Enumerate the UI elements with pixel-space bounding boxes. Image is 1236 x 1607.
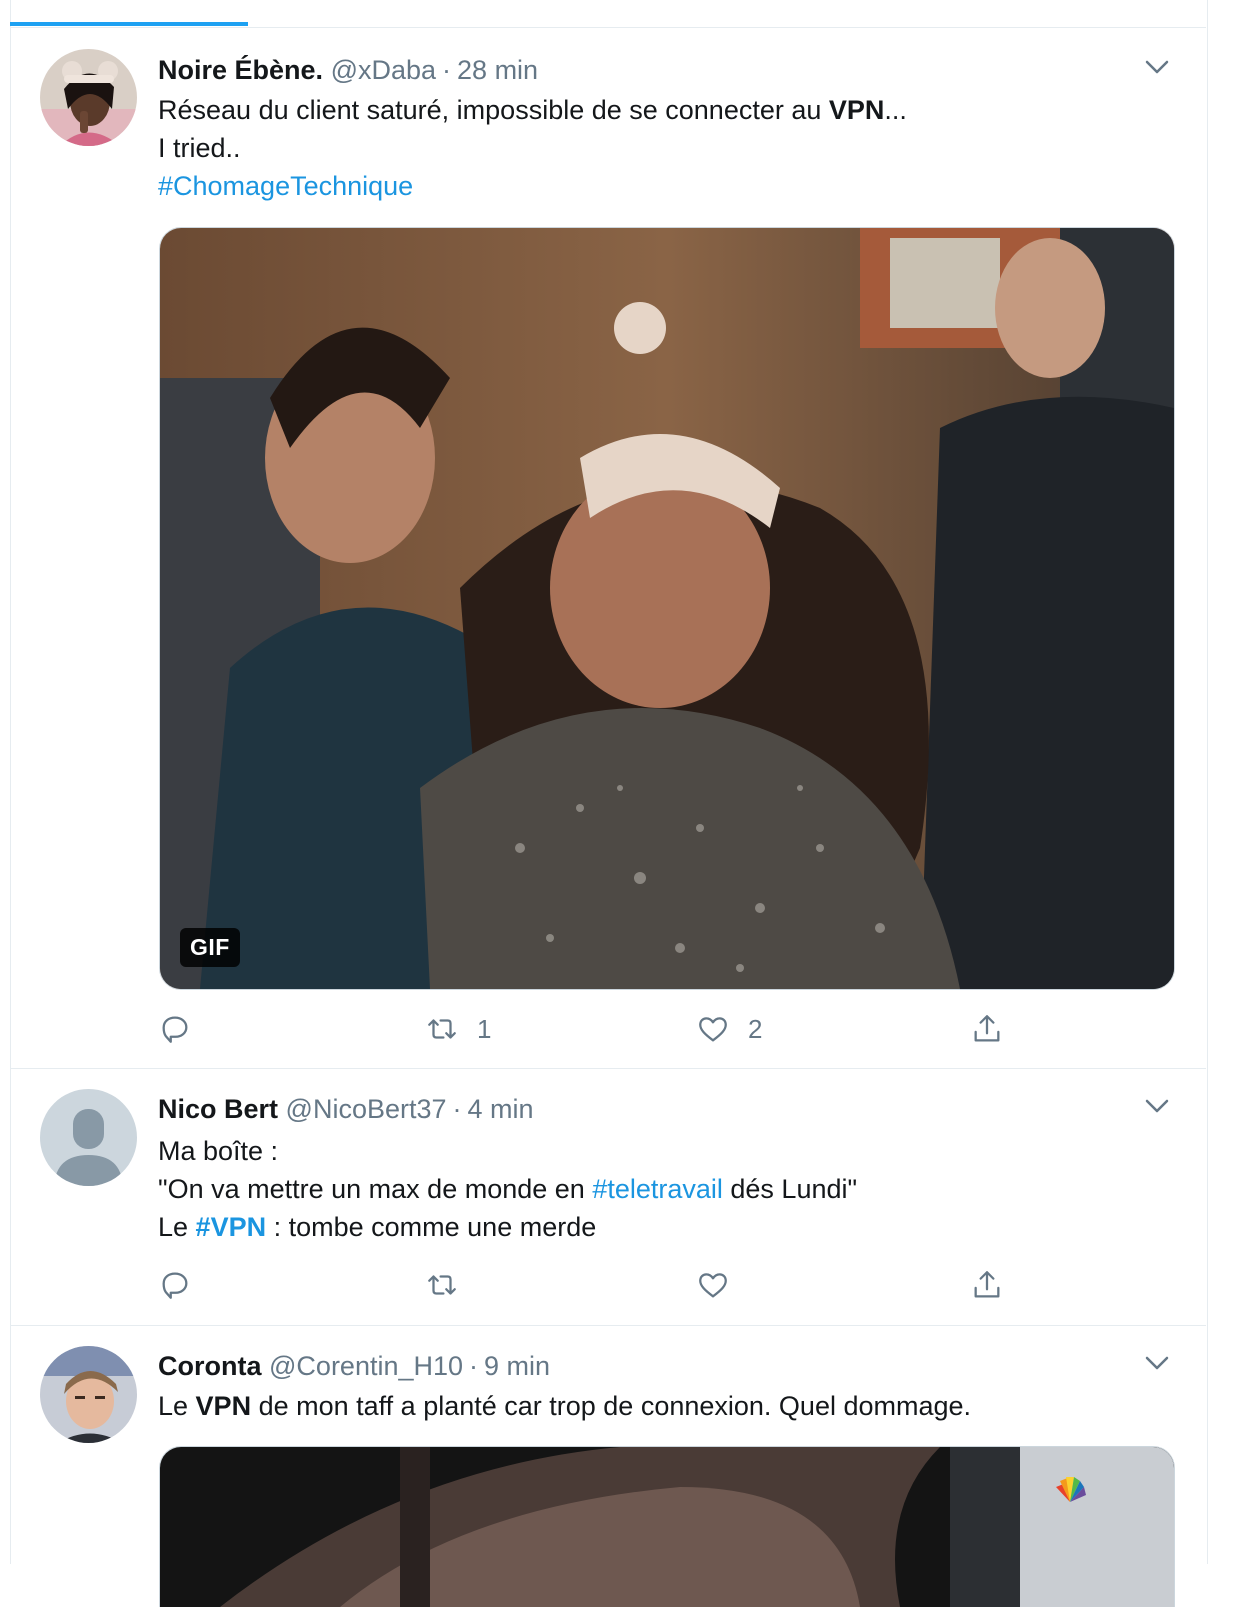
media-frame-image <box>160 1447 1174 1607</box>
video-media[interactable] <box>159 1446 1175 1607</box>
tweet[interactable]: Noire Ébène. @xDaba · 28 min Réseau du cli… <box>11 28 1206 1069</box>
share-button[interactable] <box>970 1265 1004 1305</box>
reply-icon <box>162 1272 188 1299</box>
text-segment: de mon taff a planté car trop de connexi… <box>251 1391 972 1421</box>
hashtag-link[interactable]: #ChomageTechnique <box>158 167 907 205</box>
gif-badge: GIF <box>180 928 240 967</box>
share-icon <box>974 1015 1000 1042</box>
display-name[interactable]: Noire Ébène. <box>158 55 323 85</box>
retweet-count: 1 <box>477 1013 492 1044</box>
default-avatar-icon <box>40 1089 137 1186</box>
like-button[interactable] <box>696 1265 730 1305</box>
tweet-text-line: Le VPN de mon taff a planté car trop de … <box>158 1387 971 1425</box>
separator-dot: · <box>469 1351 479 1381</box>
tweet-text-line: I tried.. <box>158 133 241 163</box>
text-segment: dés Lundi" <box>722 1174 858 1204</box>
timestamp[interactable]: 4 min <box>468 1094 534 1124</box>
tweet-header: Nico Bert @NicoBert37 · 4 min <box>158 1089 534 1129</box>
highlighted-keyword: VPN <box>195 1391 252 1421</box>
highlighted-keyword: VPN <box>828 95 885 125</box>
gif-frame-image <box>160 228 1174 989</box>
avatar[interactable] <box>40 1346 137 1443</box>
avatar-image <box>40 49 137 146</box>
tweet-text-line: Le #VPN : tombe comme une merde <box>158 1208 857 1246</box>
tweet-text-line: "On va mettre un max de monde en #teletr… <box>158 1170 857 1208</box>
separator-dot: · <box>452 1094 462 1124</box>
tweet-actions: 1 2 <box>158 1009 1038 1049</box>
user-handle[interactable]: @Corentin_H10 <box>269 1351 463 1381</box>
avatar-image <box>40 1346 137 1443</box>
heart-icon <box>699 1273 727 1298</box>
reply-button[interactable] <box>158 1009 192 1049</box>
reply-button[interactable] <box>158 1265 192 1305</box>
like-count: 2 <box>748 1013 763 1044</box>
text-segment: Le <box>158 1212 196 1242</box>
text-segment: Réseau du client saturé, impossible de s… <box>158 95 829 125</box>
retweet-button[interactable] <box>425 1265 459 1305</box>
tweet-text-line: Réseau du client saturé, impossible de s… <box>158 91 907 129</box>
retweet-icon <box>428 1019 456 1039</box>
tweet-text-line: Ma boîte : <box>158 1136 279 1166</box>
share-button[interactable] <box>970 1009 1004 1049</box>
chevron-down-icon[interactable] <box>1142 52 1172 82</box>
avatar[interactable] <box>40 49 137 146</box>
like-button[interactable]: 2 <box>696 1009 762 1049</box>
reply-icon <box>162 1016 188 1043</box>
tweet-text: Ma boîte : "On va mettre un max de monde… <box>158 1132 857 1246</box>
display-name[interactable]: Nico Bert <box>158 1094 278 1124</box>
timestamp[interactable]: 28 min <box>457 55 538 85</box>
chevron-down-icon[interactable] <box>1142 1091 1172 1121</box>
retweet-button[interactable]: 1 <box>425 1009 491 1049</box>
heart-icon <box>699 1017 727 1042</box>
active-tab-indicator <box>10 22 248 26</box>
text-segment: : tombe comme une merde <box>266 1212 597 1242</box>
share-icon <box>974 1271 1000 1298</box>
separator-dot: · <box>442 55 452 85</box>
user-handle[interactable]: @NicoBert37 <box>286 1094 447 1124</box>
chevron-down-icon[interactable] <box>1142 1348 1172 1378</box>
tweet-header: Coronta @Corentin_H10 · 9 min <box>158 1346 550 1386</box>
user-handle[interactable]: @xDaba <box>331 55 436 85</box>
text-segment: ... <box>884 95 907 125</box>
tweet-header: Noire Ébène. @xDaba · 28 min <box>158 50 538 90</box>
tweet-text: Le VPN de mon taff a planté car trop de … <box>158 1387 971 1425</box>
hashtag-link[interactable]: #VPN <box>196 1212 267 1242</box>
retweet-icon <box>428 1275 456 1295</box>
tweet[interactable]: Nico Bert @NicoBert37 · 4 min Ma boîte : "… <box>11 1069 1206 1326</box>
gif-media[interactable]: GIF <box>159 227 1175 990</box>
tweet-actions <box>158 1265 1038 1305</box>
tweet-text: Réseau du client saturé, impossible de s… <box>158 91 907 205</box>
hashtag-link[interactable]: #teletravail <box>592 1174 723 1204</box>
tweet[interactable]: Coronta @Corentin_H10 · 9 min Le VPN de mo… <box>11 1326 1206 1607</box>
avatar[interactable] <box>40 1089 137 1186</box>
display-name[interactable]: Coronta <box>158 1351 262 1381</box>
text-segment: Le <box>158 1391 196 1421</box>
timestamp[interactable]: 9 min <box>484 1351 550 1381</box>
text-segment: "On va mettre un max de monde en <box>158 1174 593 1204</box>
